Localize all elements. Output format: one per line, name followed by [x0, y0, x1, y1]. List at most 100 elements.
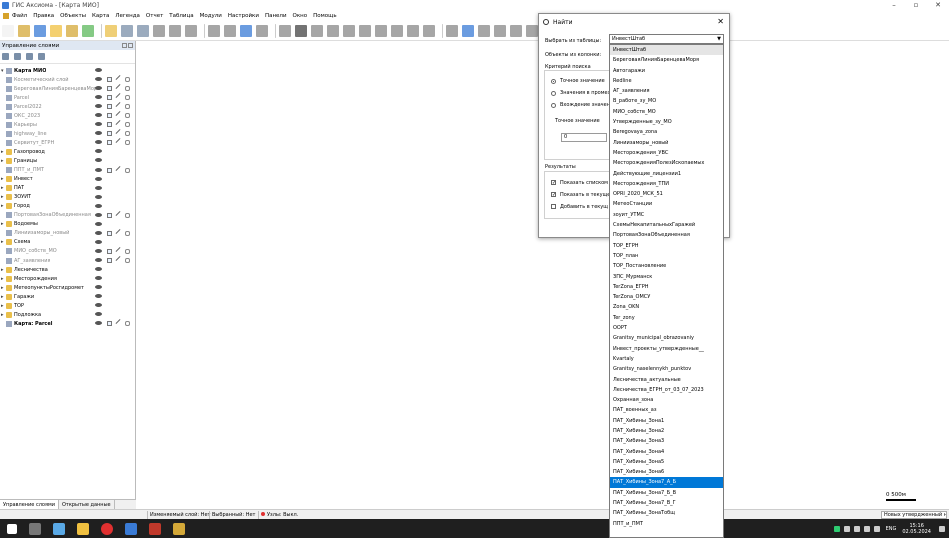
layer-row[interactable]: ППТ_и_ПМТ [0, 165, 135, 175]
menu-item-8[interactable]: Настройки [228, 13, 259, 19]
toolbar-tool-icon-30[interactable] [446, 24, 458, 37]
visibility-eye-icon[interactable] [95, 276, 102, 281]
panel-tab-1[interactable]: Открытые данные [59, 500, 115, 509]
editable-layer-status[interactable]: Изменяемый слой: Нет [147, 511, 212, 519]
layer-row[interactable]: ▾ Карта МИО [0, 66, 135, 75]
move-up-icon[interactable] [14, 53, 21, 60]
layer-row[interactable]: ПортоваяЗонаОбъединенная [0, 210, 135, 220]
toolbar-tool-icon-5[interactable] [82, 24, 94, 37]
float-panel-button[interactable] [122, 43, 127, 48]
editable-icon[interactable] [107, 248, 112, 254]
editable-icon[interactable] [107, 321, 112, 327]
toolbar-tool-icon-3[interactable] [50, 24, 62, 37]
dropdown-item[interactable]: БереговаяЛинияБаренцеваМоря [610, 55, 723, 65]
visibility-eye-icon[interactable] [95, 68, 102, 72]
toolbar-tool-icon-31[interactable] [462, 24, 474, 37]
dropdown-item[interactable]: МесторожденияПолезИскопаемых [610, 158, 723, 168]
show-current-checkbox[interactable]: ✓ [551, 192, 556, 198]
dropdown-item[interactable]: ПАТ_Хибины_Зона1 [610, 416, 723, 426]
dropdown-item[interactable]: ТОР_Постановление [610, 261, 723, 271]
visibility-eye-icon[interactable] [95, 113, 102, 118]
dropdown-item[interactable]: Ter_zony [610, 313, 723, 323]
table-select-combobox[interactable]: ИнвестШтаб ▼ [609, 34, 724, 44]
editable-icon[interactable] [107, 122, 112, 128]
label-icon[interactable] [125, 95, 130, 101]
dropdown-item[interactable]: Утвержденные_зу_МО [610, 117, 723, 127]
toolbar-tool-icon-12[interactable] [185, 24, 197, 37]
close-button[interactable]: ✕ [927, 0, 949, 11]
dialog-close-icon[interactable]: ✕ [717, 17, 724, 26]
yandex-browser-icon[interactable] [101, 522, 113, 535]
layer-row[interactable]: Линиизаморы_новый [0, 228, 135, 238]
toolbar-tool-icon-35[interactable] [526, 24, 538, 37]
visibility-eye-icon[interactable] [95, 267, 102, 272]
visibility-eye-icon[interactable] [95, 212, 102, 217]
dropdown-item[interactable]: Zona_OKN [610, 302, 723, 312]
label-icon[interactable] [125, 131, 130, 137]
toolbar-tool-icon-20[interactable] [295, 24, 307, 37]
maximize-button[interactable]: ▫ [905, 0, 927, 11]
editable-icon[interactable] [107, 104, 112, 110]
tray-app-icon[interactable] [833, 525, 840, 532]
layer-row[interactable]: ▸ Гаражи [0, 292, 135, 301]
dropdown-item[interactable]: ЗПС_Мурманск [610, 272, 723, 282]
visibility-eye-icon[interactable] [95, 131, 102, 136]
label-icon[interactable] [125, 257, 130, 263]
toolbar-tool-icon-11[interactable] [169, 24, 181, 37]
dropdown-item[interactable]: ПАТ_военных_аз [610, 405, 723, 415]
layer-row[interactable]: ▸ Газопровод [0, 147, 135, 156]
pencil-icon[interactable] [115, 111, 121, 117]
visibility-eye-icon[interactable] [95, 122, 102, 127]
layer-row[interactable]: ▸ Месторождения [0, 274, 135, 283]
layer-row[interactable]: ▸ Водоемы [0, 220, 135, 229]
dropdown-item[interactable]: OPRI_2020_МСК_51 [610, 189, 723, 199]
label-icon[interactable] [125, 122, 130, 128]
dropdown-item[interactable]: ПАТ_Хибины_ЗонаТобщ [610, 508, 723, 518]
visibility-eye-icon[interactable] [95, 140, 102, 145]
language-indicator[interactable]: ENG [886, 526, 897, 532]
dropdown-item[interactable]: ПортоваяЗонаОбъединенная [610, 230, 723, 240]
visibility-eye-icon[interactable] [95, 239, 102, 244]
visibility-eye-icon[interactable] [95, 194, 102, 199]
visibility-eye-icon[interactable] [95, 312, 102, 317]
editable-icon[interactable] [107, 113, 112, 119]
pencil-icon[interactable] [115, 75, 121, 81]
dropdown-item[interactable]: ПАТ_Хибины_Зона2 [610, 426, 723, 436]
app1-icon[interactable] [53, 522, 65, 535]
visibility-eye-icon[interactable] [95, 77, 102, 82]
exact-value-radio[interactable] [551, 79, 556, 84]
layer-row[interactable]: БереговаяЛинияБаренцеваМоря [0, 84, 135, 93]
toolbar-tool-icon-24[interactable] [359, 24, 371, 37]
notification-icon[interactable] [939, 525, 945, 532]
toolbar-tool-icon-23[interactable] [343, 24, 355, 37]
dropdown-item[interactable]: Granitsy_naselennykh_punktov [610, 364, 723, 374]
menu-item-10[interactable]: Окно [293, 13, 308, 19]
windows-start-icon[interactable] [7, 523, 17, 534]
dropdown-item[interactable]: СхемыНекапитальныхГаражей [610, 220, 723, 230]
pencil-icon[interactable] [115, 93, 121, 99]
menu-item-3[interactable]: Карта [92, 13, 109, 19]
editable-icon[interactable] [107, 140, 112, 146]
dropdown-item[interactable]: ТОР_ЕГРН [610, 241, 723, 251]
dropdown-item[interactable]: Инвест_проекты_утвержденные__ [610, 344, 723, 354]
dropdown-item[interactable]: Месторождения_ТПИ [610, 179, 723, 189]
menu-item-2[interactable]: Объекты [60, 13, 86, 19]
editable-icon[interactable] [107, 77, 112, 83]
pencil-icon[interactable] [115, 319, 121, 325]
label-icon[interactable] [125, 104, 130, 110]
toolbar-tool-icon-32[interactable] [478, 24, 490, 37]
minimize-button[interactable]: – [883, 0, 905, 11]
toolbar-tool-icon-28[interactable] [423, 24, 435, 37]
add-layer-icon[interactable] [26, 53, 33, 60]
selected-status[interactable]: Выбранный: Нет [209, 511, 257, 519]
label-icon[interactable] [125, 230, 130, 236]
layer-row[interactable]: АГ_заявления [0, 256, 135, 265]
visibility-eye-icon[interactable] [95, 158, 102, 163]
editable-icon[interactable] [107, 230, 112, 236]
label-icon[interactable] [125, 140, 130, 146]
pencil-icon[interactable] [115, 256, 121, 261]
toolbar-tool-icon-27[interactable] [407, 24, 419, 37]
dropdown-item[interactable]: МИО_собств_МО [610, 107, 723, 117]
dropdown-item[interactable]: ПАТ_Хибины_Зона5 [610, 457, 723, 467]
toolbar-tool-icon-16[interactable] [240, 24, 252, 37]
